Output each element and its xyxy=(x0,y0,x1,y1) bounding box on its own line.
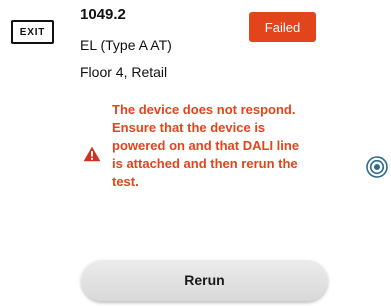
exit-sign-icon: EXIT xyxy=(11,20,54,44)
device-type: EL (Type A AT) xyxy=(80,37,172,53)
status-badge: Failed xyxy=(249,12,316,42)
locate-target-icon[interactable] xyxy=(366,156,388,178)
error-message: The device does not respond. Ensure that… xyxy=(112,102,300,189)
device-id: 1049.2 xyxy=(80,6,126,23)
warning-icon xyxy=(83,146,101,162)
rerun-button[interactable]: Rerun xyxy=(81,259,328,301)
device-location: Floor 4, Retail xyxy=(80,64,168,80)
